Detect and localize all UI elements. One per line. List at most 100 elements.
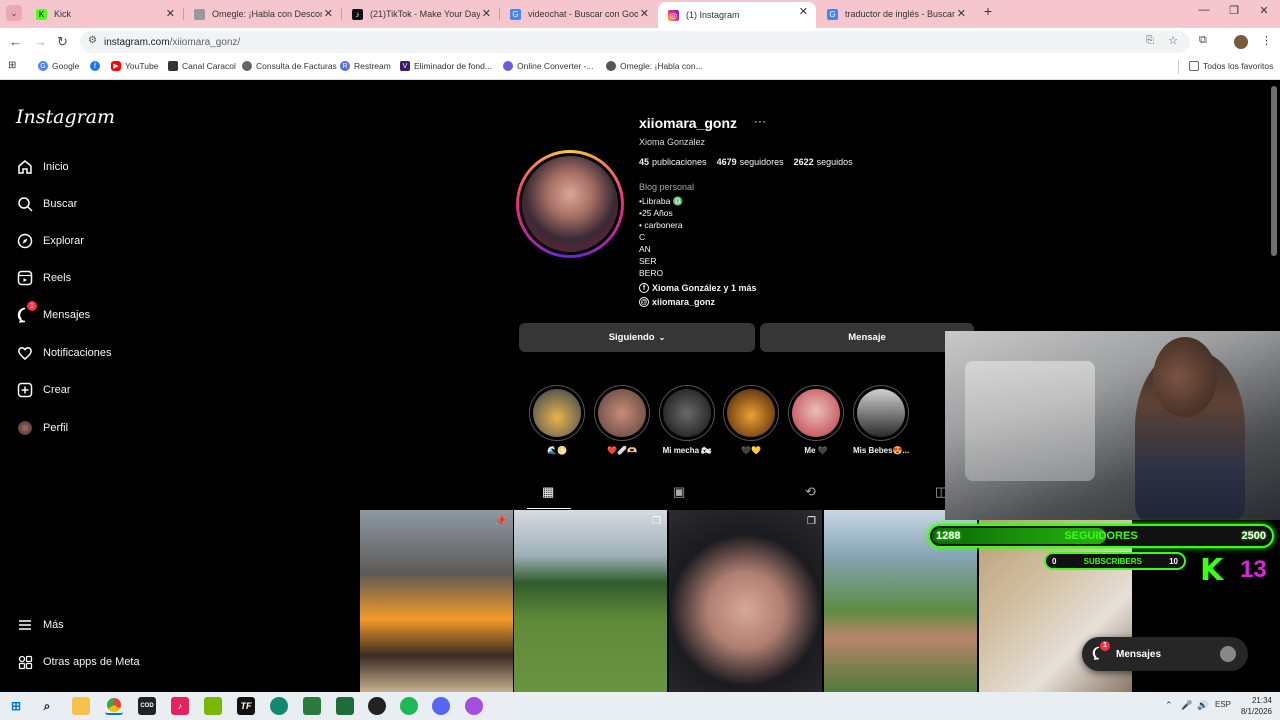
back-icon[interactable]: ←	[9, 34, 22, 49]
bookmark-eliminador[interactable]: V Eliminador de fond...	[400, 61, 492, 71]
app-icon[interactable]	[303, 697, 321, 715]
sidebar-item-mas[interactable]: Más	[16, 616, 64, 634]
story-highlight[interactable]: Mi mecha 🏍	[659, 385, 715, 455]
new-tab-icon[interactable]: +	[973, 3, 1003, 19]
speaker-icon[interactable]: 🔊	[1197, 700, 1208, 711]
sidebar-item-buscar[interactable]: Buscar	[16, 195, 77, 213]
apps-grid-icon[interactable]: ⊞	[8, 60, 16, 71]
following-stat[interactable]: 2622 seguidos	[794, 157, 853, 167]
address-bar[interactable]: ⚙ instagram.com/xiiomara_gonz/ ⎘ ☆	[80, 31, 1190, 53]
close-tab-icon[interactable]: ✕	[640, 7, 649, 20]
highlight-label: Mis Bebes😍...	[853, 446, 910, 455]
posts-grid-tab[interactable]: ▦	[542, 484, 554, 500]
bookmark-omegle[interactable]: Omegle: ¡Habla con...	[606, 61, 703, 71]
sidebar-item-explorar[interactable]: Explorar	[16, 232, 84, 250]
post-thumbnail[interactable]: 📌	[360, 510, 513, 692]
profile-avatar[interactable]	[516, 150, 624, 258]
bookmark-facebook[interactable]: f	[90, 61, 104, 71]
tab-kick[interactable]: K Kick ✕	[26, 4, 183, 24]
tab-google-videochat[interactable]: G videochat - Buscar con Google ✕	[500, 4, 657, 24]
reload-icon[interactable]: ↻	[57, 34, 68, 50]
app-icon[interactable]	[465, 697, 483, 715]
reels-tab[interactable]: ▣	[673, 484, 685, 500]
extensions-icon[interactable]: ⧉	[1199, 34, 1207, 47]
nvidia-icon[interactable]	[204, 697, 222, 715]
search-icon[interactable]: ⌕	[38, 697, 56, 715]
bookmark-google[interactable]: G Google	[38, 61, 79, 71]
install-app-icon[interactable]: ⎘	[1146, 35, 1154, 46]
instagram-logo[interactable]: Instagram	[16, 106, 115, 128]
sidebar-item-meta-apps[interactable]: Otras apps de Meta	[16, 653, 140, 671]
chrome-icon[interactable]	[105, 697, 123, 715]
sidebar-item-mensajes[interactable]: 1 Mensajes	[16, 301, 90, 324]
following-button[interactable]: Siguiendo ⌄	[519, 323, 755, 352]
reposts-tab[interactable]: ⟲	[805, 484, 816, 500]
story-highlight[interactable]: Me 🖤	[788, 385, 844, 455]
close-tab-icon[interactable]: ✕	[324, 7, 333, 20]
discord-icon[interactable]	[432, 697, 450, 715]
file-explorer-icon[interactable]	[72, 697, 90, 715]
bio-line: C	[639, 232, 646, 242]
close-tab-icon[interactable]: ✕	[482, 7, 491, 20]
followers-stat[interactable]: 4679 seguidores	[717, 157, 784, 167]
tf-app-icon[interactable]: TF	[237, 697, 255, 715]
bookmark-caracol[interactable]: Canal Caracol	[168, 61, 236, 71]
profile-link[interactable]: f Xioma González y 1 más	[639, 283, 757, 293]
sidebar-item-reels[interactable]: Reels	[16, 269, 71, 287]
posts-stat: 45 publicaciones	[639, 157, 707, 167]
story-highlight[interactable]: 🖤💛	[723, 385, 779, 455]
windows-start-icon[interactable]: ⊞	[7, 697, 25, 715]
spotify-icon[interactable]	[400, 697, 418, 715]
call-of-duty-icon[interactable]: COD	[138, 697, 156, 715]
terminal-icon[interactable]	[336, 697, 354, 715]
microphone-icon[interactable]: 🎤	[1181, 700, 1192, 711]
tab-omegle[interactable]: Omegle: ¡Habla con Desconoc... ✕	[184, 4, 341, 24]
bookmark-facturas[interactable]: Consulta de Facturas	[242, 61, 337, 71]
tab-title: videochat - Buscar con Google	[528, 9, 638, 19]
menu-kebab-icon[interactable]: ⋮	[1261, 34, 1272, 47]
bookmark-youtube[interactable]: ▶ YouTube	[111, 61, 158, 71]
obs-icon[interactable]	[368, 697, 386, 715]
sidebar-item-inicio[interactable]: Inicio	[16, 158, 69, 176]
threads-icon: @	[639, 297, 649, 307]
sidebar-item-crear[interactable]: Crear	[16, 381, 71, 399]
story-highlight[interactable]: ❤️🩹🫶🏻	[594, 385, 650, 455]
close-tab-icon[interactable]: ✕	[166, 7, 175, 20]
forward-icon[interactable]: →	[34, 34, 47, 49]
site-info-icon[interactable]: ⚙	[88, 35, 97, 46]
tab-instagram[interactable]: ◎ (1) Instagram ✕	[658, 2, 816, 28]
bio-line: BERO	[639, 268, 664, 278]
message-button[interactable]: Mensaje	[760, 323, 974, 352]
threads-link[interactable]: @ xiiomara_gonz	[639, 297, 715, 307]
sidebar-item-notificaciones[interactable]: Notificaciones	[16, 344, 111, 362]
all-bookmarks[interactable]: Todos los favoritos	[1189, 61, 1273, 71]
app-icon[interactable]: ♪	[171, 697, 189, 715]
close-tab-icon[interactable]: ✕	[957, 7, 966, 20]
avatar	[1220, 646, 1236, 662]
story-highlight[interactable]: 🌊🌕	[529, 385, 585, 455]
bookmark-converter[interactable]: Online Converter -...	[503, 61, 594, 71]
edge-icon[interactable]	[270, 697, 288, 715]
sidebar-item-perfil[interactable]: Perfil	[16, 419, 68, 437]
chevron-up-icon[interactable]: ⌃	[1165, 700, 1173, 711]
minimize-icon[interactable]: —	[1189, 4, 1219, 16]
post-thumbnail[interactable]: ❐	[514, 510, 667, 692]
messages-floating-button[interactable]: 1 Mensajes	[1082, 637, 1248, 671]
compass-icon	[16, 232, 34, 250]
close-window-icon[interactable]: ✕	[1249, 4, 1279, 17]
tab-title: (21)TikTok - Make Your Day	[370, 9, 480, 19]
tab-tiktok[interactable]: ♪ (21)TikTok - Make Your Day ✕	[342, 4, 499, 24]
tab-search-icon[interactable]: ⌄	[6, 5, 22, 21]
page-scrollbar[interactable]	[1271, 86, 1277, 256]
more-options-icon[interactable]: ···	[754, 114, 766, 128]
language-indicator[interactable]: ESP	[1215, 700, 1231, 709]
close-tab-icon[interactable]: ✕	[799, 5, 808, 18]
tab-google-translator[interactable]: G traductor de inglés - Buscar co... ✕	[817, 4, 974, 24]
story-highlight[interactable]: Mis Bebes😍...	[853, 385, 909, 455]
clock[interactable]: 21:34 8/1/2026	[1241, 695, 1272, 717]
bookmark-restream[interactable]: R Restream	[340, 61, 391, 71]
restore-icon[interactable]: ❐	[1219, 4, 1249, 17]
bookmark-star-icon[interactable]: ☆	[1168, 34, 1178, 47]
profile-avatar-icon[interactable]	[1234, 35, 1248, 49]
post-thumbnail[interactable]: ❐	[669, 510, 822, 692]
